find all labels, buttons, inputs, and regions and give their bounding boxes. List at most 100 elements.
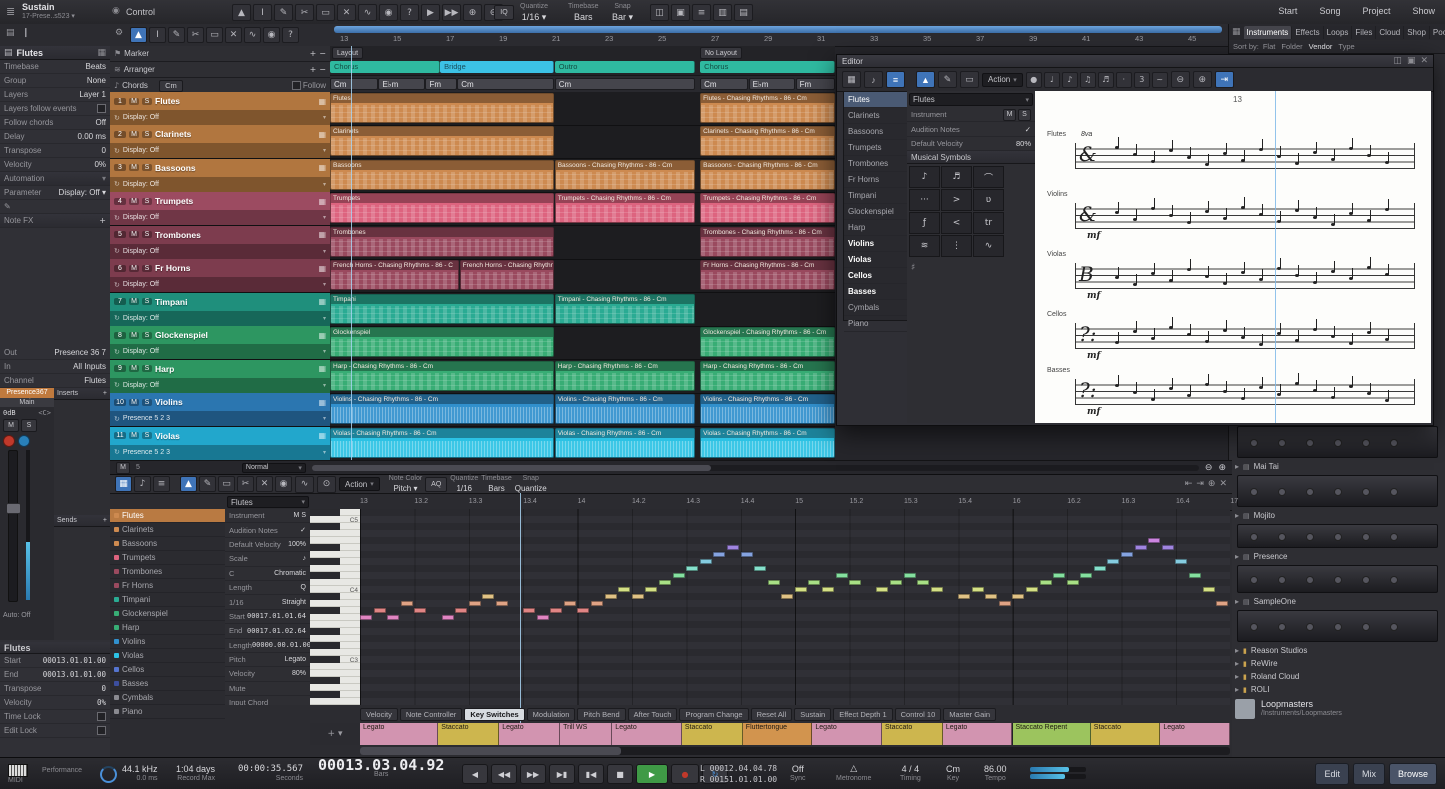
browser-item[interactable]: ▸ ▤ Presence	[1229, 550, 1445, 563]
view-button-mix[interactable]: Mix	[1352, 763, 1385, 785]
quantize-control[interactable]: Quantize 1/16 ▾	[520, 2, 548, 22]
view-icon-4[interactable]: ▤	[734, 4, 753, 21]
pianoroll-ruler[interactable]: 13 13.2 13.3 13.4 14 14.2 14.3 14.4 15 15.2 15.3 15…	[360, 496, 1238, 510]
duration-5[interactable]: ·	[1115, 71, 1132, 88]
pencil-tool[interactable]: ✎	[938, 71, 957, 88]
arrange-timeline[interactable]: 13 15 17 19 21 23 25 27 29 31 33 35 37 39 41 43 45	[330, 24, 1228, 47]
eraser-tool[interactable]: ▭	[960, 71, 979, 88]
io-row-channel[interactable]: Channel Flutes	[0, 374, 110, 388]
chord-block[interactable]: Cm	[457, 78, 554, 90]
black-key[interactable]	[310, 628, 340, 635]
clip[interactable]: Clarinets	[330, 126, 554, 157]
duration-0[interactable]: ●	[1025, 71, 1042, 88]
symbol-10[interactable]: ⋮	[941, 235, 972, 258]
expand-arrow-icon[interactable]: ▸	[1235, 511, 1239, 520]
controller-tab-after-touch[interactable]: After Touch	[627, 708, 678, 721]
midi-note[interactable]	[1012, 594, 1025, 599]
note-color-control[interactable]: Note Color Pitch ▾	[389, 474, 422, 494]
keyboard-icon[interactable]: ▦	[318, 230, 326, 239]
follow-checkbox[interactable]	[291, 81, 301, 90]
arrange-tool-8[interactable]: ?	[282, 27, 299, 43]
inspector-track-header[interactable]: ▤ Flutes ▦	[0, 46, 110, 60]
keyboard-icon[interactable]: ▦	[318, 331, 326, 340]
midi-note[interactable]	[835, 573, 848, 578]
track-automation-row[interactable]: ↻ Display: Off ▾	[110, 176, 330, 192]
arrange-playhead[interactable]	[351, 46, 352, 460]
track-header[interactable]: 11 M S Violas ▦ ↻ Presence 5 2 3 ▾	[110, 426, 330, 460]
controller-tab-modulation[interactable]: Modulation	[526, 708, 576, 721]
expand-arrow-icon[interactable]: ▸	[1235, 597, 1239, 606]
transport-rewind-button[interactable]: ◀◀	[491, 764, 517, 784]
midi-note[interactable]	[699, 559, 712, 564]
midi-note[interactable]	[591, 601, 604, 606]
keyboard-icon[interactable]: ▦	[318, 398, 326, 407]
iq-toggle[interactable]: IQ	[494, 5, 514, 20]
chord-block[interactable]: Fm	[795, 78, 835, 90]
clip[interactable]: Violas - Chasing Rhythms - 86 - Cm	[700, 427, 835, 458]
arranger-add-button[interactable]: +	[310, 65, 317, 74]
inspector-row-velocity[interactable]: Velocity 0%	[0, 158, 110, 172]
track-mute-chip[interactable]: M	[116, 461, 130, 474]
midi-note[interactable]	[1188, 573, 1201, 578]
track-automation-row[interactable]: ↻ Display: Off ▾	[110, 210, 330, 226]
midi-note[interactable]	[849, 580, 862, 585]
marker-add-button[interactable]: +	[310, 49, 317, 58]
transport-stop-button[interactable]: ■	[607, 764, 633, 784]
browser-tab-cloud[interactable]: Cloud	[1376, 25, 1405, 39]
sync-control[interactable]: Off Sync	[790, 764, 806, 784]
pr-param-value[interactable]: ✓	[300, 526, 306, 534]
score-list-item-violins[interactable]: Violins	[844, 236, 908, 252]
track-header[interactable]: 4 M S Trumpets ▦ ↻ Display: Off ▾	[110, 192, 330, 226]
clip[interactable]: Bassoons - Chasing Rhythms - 86 - Cm	[700, 159, 835, 190]
browser-item[interactable]: ▸ ▤ Mojito	[1229, 509, 1445, 522]
sort-option-folder[interactable]: Folder	[1281, 42, 1302, 51]
view-button-browse[interactable]: Browse	[1388, 763, 1437, 785]
pr-param-velocity[interactable]: Velocity 80%	[225, 667, 310, 682]
controller-tab-master-gain[interactable]: Master Gain	[943, 708, 997, 721]
pr-param-default-velocity[interactable]: Default Velocity 100%	[225, 538, 310, 553]
arrange-tool-6[interactable]: ∿	[244, 27, 261, 43]
inspector-row-layers-follow-events[interactable]: Layers follow events	[0, 102, 110, 116]
zoom-out-button[interactable]: ⊖	[1170, 71, 1190, 88]
track-header[interactable]: 2 M S Clarinets ▦ ↻ Display: Off ▾	[110, 125, 330, 159]
sort-option-type[interactable]: Type	[1338, 42, 1354, 51]
inspector-row-value[interactable]: 0%	[94, 160, 106, 169]
clip[interactable]: Timpani - Chasing Rhythms - 86 - Cm	[554, 293, 696, 324]
track-solo-button[interactable]: S	[142, 365, 152, 373]
midi-note[interactable]	[455, 608, 468, 613]
duration-3[interactable]: ♫	[1079, 71, 1096, 88]
chord-block[interactable]: Cm	[554, 78, 696, 90]
track-lane[interactable]: Clarinets Clarinets - Chasing Rhythms - 8…	[330, 125, 835, 158]
track-automation-value[interactable]: Display: Off	[123, 181, 159, 188]
pr-param-value[interactable]: ♪	[303, 555, 307, 562]
event-row-transpose[interactable]: Transpose 0	[0, 682, 110, 696]
pr-list-item-timpani[interactable]: Timpani	[110, 593, 225, 607]
track-mute-button[interactable]: M	[129, 197, 139, 205]
lane-menu-button[interactable]: ▾	[338, 729, 343, 739]
track-mute-button[interactable]: M	[129, 331, 139, 339]
mute-button[interactable]: M	[1003, 108, 1016, 121]
audition-row[interactable]: Audition Notes ✓	[907, 122, 1035, 137]
midi-note[interactable]	[740, 552, 753, 557]
track-mute-button[interactable]: M	[129, 398, 139, 406]
midi-note[interactable]	[1039, 580, 1052, 585]
track-solo-button[interactable]: S	[142, 231, 152, 239]
track-automation-row[interactable]: ↻ Display: Off ▾	[110, 344, 330, 360]
white-key[interactable]	[310, 698, 360, 705]
controller-tab-program-change[interactable]: Program Change	[679, 708, 749, 721]
browser-item-loopmasters[interactable]: Loopmasters/Instruments/Loopmasters	[1229, 696, 1445, 722]
pr-param-1-16[interactable]: 1/16 Straight	[225, 595, 310, 610]
pr-view-icon-0[interactable]: ▦	[115, 476, 132, 492]
midi-note[interactable]	[468, 601, 481, 606]
pr-list-item-basses[interactable]: Basses	[110, 677, 225, 691]
black-key[interactable]	[310, 677, 340, 684]
track-automation-value[interactable]: Display: Off	[123, 315, 159, 322]
track-solo-button[interactable]: S	[142, 398, 152, 406]
midi-note[interactable]	[1175, 559, 1188, 564]
arrange-tool-7[interactable]: ◉	[263, 27, 280, 43]
event-row-value[interactable]: 00013.01.01.00	[43, 656, 106, 665]
magnify-tool[interactable]: ⊙	[317, 475, 336, 493]
track-mute-button[interactable]: M	[129, 432, 139, 439]
cpu-gauge[interactable]	[100, 766, 117, 783]
track-mute-button[interactable]: M	[129, 164, 139, 172]
